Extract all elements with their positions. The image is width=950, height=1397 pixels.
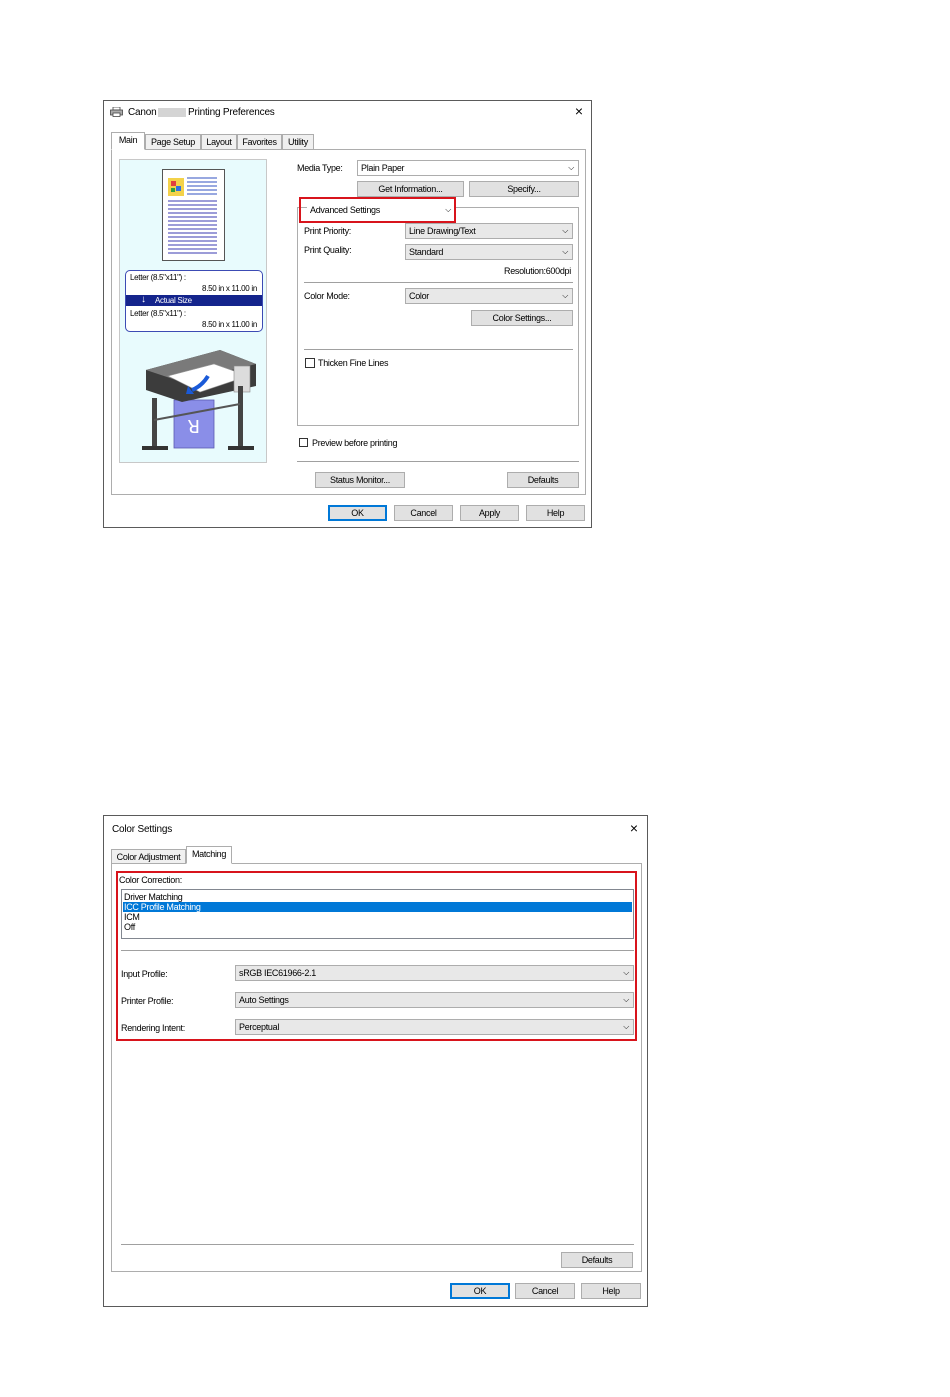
window-title: Color Settings <box>112 824 173 835</box>
preview-before-printing-label: Preview before printing <box>312 438 398 448</box>
advanced-settings-group: Print Priority: Line Drawing/Text ⌵ Prin… <box>297 207 579 426</box>
preview-before-printing-checkbox[interactable] <box>299 438 308 447</box>
chevron-down-icon: ⌵ <box>562 291 568 300</box>
redacted-model-name <box>158 108 186 117</box>
color-mode-dropdown[interactable]: Color ⌵ <box>405 288 573 304</box>
paper1-name: Letter (8.5"x11") : <box>130 273 186 282</box>
paper1-size: 8.50 in x 11.00 in <box>202 284 257 293</box>
color-mode-value: Color <box>409 291 430 301</box>
color-settings-dialog: Color Settings × Color Adjustment Matchi… <box>103 815 648 1307</box>
help-button[interactable]: Help <box>526 505 585 521</box>
chevron-down-icon: ⌵ <box>562 247 568 256</box>
media-type-value: Plain Paper <box>361 163 405 173</box>
help-button[interactable]: Help <box>581 1283 641 1299</box>
cancel-button[interactable]: Cancel <box>394 505 453 521</box>
print-quality-value: Standard <box>409 247 444 257</box>
resolution-text: Resolution:600dpi <box>504 266 571 276</box>
apply-button[interactable]: Apply <box>460 505 519 521</box>
print-quality-label: Print Quality: <box>304 245 352 255</box>
title-bar: Color Settings × <box>104 816 647 838</box>
chevron-down-icon: ⌵ <box>568 163 574 172</box>
large-format-printer-illustration: R <box>138 342 263 462</box>
media-type-dropdown[interactable]: Plain Paper ⌵ <box>357 160 579 176</box>
printing-preferences-dialog: Canon Printing Preferences × Main Page S… <box>103 100 592 528</box>
tab-main[interactable]: Main <box>111 132 145 150</box>
print-priority-dropdown[interactable]: Line Drawing/Text ⌵ <box>405 223 573 239</box>
specify-button[interactable]: Specify... <box>469 181 579 197</box>
color-mode-label: Color Mode: <box>304 291 350 301</box>
ok-button[interactable]: OK <box>450 1283 510 1299</box>
sample-letter-r: R <box>187 415 200 436</box>
tab-color-adjustment[interactable]: Color Adjustment <box>111 849 186 864</box>
window-title-suffix: Printing Preferences <box>188 107 275 118</box>
get-information-button[interactable]: Get Information... <box>357 181 464 197</box>
tab-favorites[interactable]: Favorites <box>237 134 282 149</box>
media-type-label: Media Type: <box>297 163 343 173</box>
tab-matching[interactable]: Matching <box>186 846 232 864</box>
tab-utility[interactable]: Utility <box>282 134 314 149</box>
print-preview-area: Letter (8.5"x11") : 8.50 in x 11.00 in ↓… <box>119 159 267 463</box>
print-priority-label: Print Priority: <box>304 226 352 236</box>
chevron-down-icon: ⌵ <box>562 226 568 235</box>
page-preview-thumbnail <box>162 169 225 261</box>
actual-size-label: Actual Size <box>155 296 192 305</box>
advanced-settings-highlight <box>299 197 456 223</box>
paper2-size: 8.50 in x 11.00 in <box>202 320 257 329</box>
ok-button[interactable]: OK <box>328 505 387 521</box>
title-bar: Canon Printing Preferences × <box>104 101 591 123</box>
actual-size-row: ↓ Actual Size <box>126 294 262 306</box>
defaults-button[interactable]: Defaults <box>507 472 579 488</box>
paper2-name: Letter (8.5"x11") : <box>130 309 186 318</box>
thicken-fine-lines-label: Thicken Fine Lines <box>318 358 389 368</box>
close-icon[interactable]: × <box>572 104 586 118</box>
divider <box>304 349 573 351</box>
print-priority-value: Line Drawing/Text <box>409 226 476 236</box>
down-arrow-icon: ↓ <box>141 294 146 305</box>
tab-layout[interactable]: Layout <box>201 134 237 149</box>
divider <box>304 282 573 284</box>
defaults-button[interactable]: Defaults <box>561 1252 633 1268</box>
paper-size-info: Letter (8.5"x11") : 8.50 in x 11.00 in ↓… <box>125 270 263 332</box>
status-monitor-button[interactable]: Status Monitor... <box>315 472 405 488</box>
divider <box>297 461 579 463</box>
color-settings-button[interactable]: Color Settings... <box>471 310 573 326</box>
divider <box>121 1244 634 1246</box>
thicken-fine-lines-checkbox[interactable] <box>305 358 315 368</box>
print-quality-dropdown[interactable]: Standard ⌵ <box>405 244 573 260</box>
window-title-prefix: Canon <box>128 107 157 118</box>
tab-page-setup[interactable]: Page Setup <box>145 134 201 149</box>
printer-icon <box>110 106 123 117</box>
close-icon[interactable]: × <box>627 821 641 835</box>
cancel-button[interactable]: Cancel <box>515 1283 575 1299</box>
matching-settings-highlight <box>116 871 637 1041</box>
